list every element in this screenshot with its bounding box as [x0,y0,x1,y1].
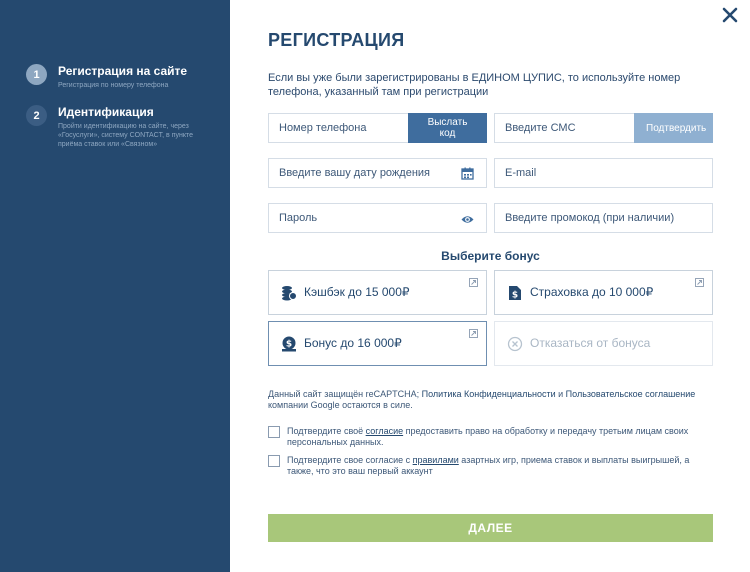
email-input[interactable] [495,159,712,187]
next-button[interactable]: ДАЛЕЕ [268,514,713,542]
step-title: Регистрация на сайте [58,64,188,78]
recaptcha-notice: Данный сайт защищён reCAPTCHA; Политика … [268,389,713,411]
consent-personal-data-text: Подтвердите своё согласие предоставить п… [287,426,707,448]
birthdate-input[interactable] [269,159,486,187]
calendar-icon[interactable] [461,167,474,180]
consent-rules-checkbox[interactable] [268,455,280,467]
password-input[interactable] [269,204,486,232]
consent-personal-data-checkbox[interactable] [268,426,280,438]
svg-text:$: $ [286,340,292,350]
consent-text: Подтвердите свое согласие с [287,455,413,465]
consent-link[interactable]: согласие [366,426,403,436]
eye-icon[interactable] [461,213,474,226]
confirm-button[interactable]: Подтвердить [634,113,713,143]
close-button[interactable] [721,6,739,24]
bonus-option-decline[interactable]: Отказаться от бонуса [494,321,713,366]
promo-field [494,203,713,233]
privacy-policy-link[interactable]: Политика Конфиденциальности [422,389,556,399]
email-field [494,158,713,188]
step-number: 1 [26,64,47,85]
svg-text:$: $ [512,291,518,301]
rules-link[interactable]: правилами [413,455,459,465]
close-icon [722,7,738,23]
page-title: РЕГИСТРАЦИЯ [268,30,405,50]
sidebar: 1 Регистрация на сайте Регистрация по но… [0,0,230,572]
consent-rules-text: Подтвердите свое согласие с правилами аз… [287,455,707,477]
send-code-button[interactable]: Выслать код [408,113,487,143]
step-subtitle: Пройти идентификацию на сайте, через «Го… [58,123,194,148]
intro-text: Если вы уже были зарегистрированы в ЕДИН… [268,72,681,98]
and-text: и [555,389,566,399]
password-field [268,203,487,233]
step-subtitle: Регистрация по номеру телефона [58,82,169,89]
sms-field: Подтвердить [494,113,713,143]
money-bag-icon: $ [282,336,296,352]
bonus-option-cashback[interactable]: Кэшбэк до 15 000₽ [268,270,487,315]
terms-link[interactable]: Пользовательское соглашение [566,389,696,399]
birthdate-field [268,158,487,188]
step-number: 2 [26,105,47,126]
recaptcha-text: Данный сайт защищён reCAPTCHA; [268,389,422,399]
cancel-circle-icon [507,336,523,352]
external-link-icon[interactable] [469,329,478,338]
bonus-option-label: Страховка до 10 000₽ [530,285,654,299]
external-link-icon[interactable] [695,278,704,287]
consent-text: Подтвердите своё [287,426,366,436]
bonus-heading: Выберите бонус [441,249,540,263]
bonus-option-label: Отказаться от бонуса [530,336,651,350]
external-link-icon[interactable] [469,278,478,287]
recaptcha-suffix: компании Google остаются в силе. [268,400,413,410]
bonus-option-insurance[interactable]: $ Страховка до 10 000₽ [494,270,713,315]
phone-field: Выслать код [268,113,487,143]
step-title: Идентификация [58,105,154,119]
insurance-doc-icon: $ [509,286,521,301]
coins-icon [282,286,297,301]
promo-input[interactable] [495,204,712,232]
bonus-option-bonus[interactable]: $ Бонус до 16 000₽ [268,321,487,366]
bonus-option-label: Бонус до 16 000₽ [304,336,402,350]
bonus-option-label: Кэшбэк до 15 000₽ [304,285,410,299]
